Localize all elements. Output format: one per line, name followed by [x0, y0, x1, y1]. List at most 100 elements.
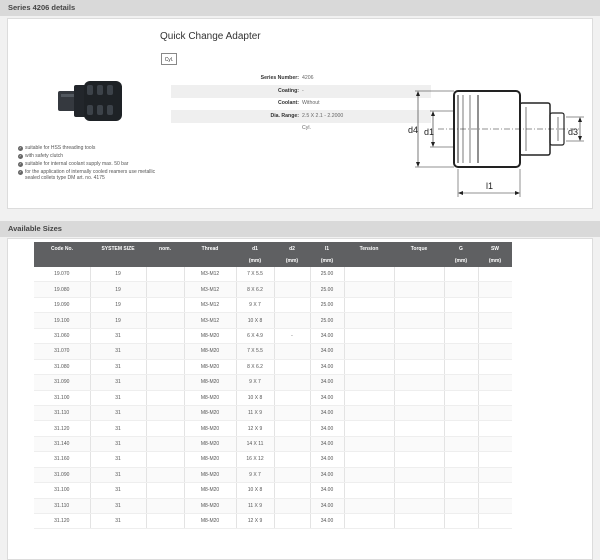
d1-cell: 10 X 8	[235, 482, 274, 499]
table-row[interactable]: 19.090 19 M3-M12 9 X 7 25.00	[34, 297, 512, 314]
col-d2[interactable]: d2	[274, 242, 310, 255]
code-no-cell: 31.070	[34, 343, 90, 360]
table-row[interactable]: 19.100 19 M3-M12 10 X 8 25.00	[34, 312, 512, 329]
col-tension[interactable]: Tension	[344, 242, 394, 255]
nom-cell	[145, 451, 184, 468]
unit-cell	[394, 255, 444, 267]
feature-list: ✓ suitable for HSS threading tools ✓ with …	[18, 145, 158, 183]
col-d1[interactable]: d1	[236, 242, 274, 255]
system-size-cell: 31	[89, 467, 146, 484]
thread-cell: M8-M20	[183, 467, 236, 484]
tension-cell	[343, 297, 394, 314]
torque-cell	[393, 436, 444, 453]
nom-cell	[145, 467, 184, 484]
feature-item: ✓ suitable for internal coolant supply ma…	[18, 161, 129, 167]
g-cell	[443, 405, 478, 422]
system-size-cell: 31	[89, 405, 146, 422]
sw-cell	[477, 451, 512, 468]
g-cell	[443, 343, 478, 360]
col-thread[interactable]: Thread	[184, 242, 236, 255]
col-l1[interactable]: l1	[310, 242, 344, 255]
col-torque[interactable]: Torque	[394, 242, 444, 255]
feature-item: ✓ for the application of internally coole…	[18, 169, 156, 181]
col-g[interactable]: G	[444, 242, 478, 255]
g-cell	[443, 498, 478, 515]
table-row[interactable]: 31.060 31 M8-M20 6 X 4.9-34.00	[34, 328, 512, 345]
sw-cell	[477, 405, 512, 422]
code-no-cell: 31.080	[34, 359, 90, 376]
d1-cell: 12 X 9	[235, 513, 274, 530]
table-row[interactable]: 31.080 31 M8-M20 8 X 6.2 34.00	[34, 359, 512, 376]
col-nom[interactable]: nom.	[146, 242, 184, 255]
table-row[interactable]: 19.080 19 M3-M12 8 X 6.2 25.00	[34, 281, 512, 298]
nom-cell	[145, 513, 184, 530]
thread-cell: M3-M12	[183, 297, 236, 314]
check-icon: ✓	[18, 153, 23, 159]
system-size-cell: 31	[89, 390, 146, 406]
table-row[interactable]: 31.090 31 M8-M20 9 X 7 34.00	[34, 374, 512, 391]
system-size-cell: 31	[89, 513, 146, 530]
col-system-size[interactable]: SYSTEM SIZE	[90, 242, 146, 255]
tension-cell	[343, 482, 394, 499]
code-no-cell: 31.060	[34, 328, 90, 345]
tension-cell	[343, 312, 394, 329]
system-size-cell: 31	[89, 359, 146, 376]
thread-cell: M3-M12	[183, 281, 236, 298]
code-no-cell: 31.090	[34, 374, 90, 391]
product-card: ✓ suitable for HSS threading tools ✓ with …	[7, 18, 593, 209]
d2-cell	[273, 436, 310, 453]
nom-cell	[145, 281, 184, 298]
table-row[interactable]: 31.120 31 M8-M20 12 X 9 34.00	[34, 420, 512, 437]
table-row[interactable]: 31.100 31 M8-M20 10 X 8 34.00	[34, 390, 512, 406]
tension-cell	[343, 405, 394, 422]
l1-cell: 34.00	[309, 343, 344, 360]
unit-cell	[344, 255, 394, 267]
table-row[interactable]: 31.100 31 M8-M20 10 X 8 34.00	[34, 482, 512, 499]
dim-label-l1: l1	[486, 181, 493, 191]
thread-cell: M8-M20	[183, 359, 236, 376]
unit-cell: (mm)	[444, 255, 478, 267]
nom-cell	[145, 482, 184, 499]
l1-cell: 34.00	[309, 405, 344, 422]
table-row[interactable]: 31.110 31 M8-M20 11 X 9 34.00	[34, 498, 512, 515]
nom-cell	[145, 343, 184, 360]
tension-cell	[343, 281, 394, 298]
torque-cell	[393, 328, 444, 345]
col-sw[interactable]: SW	[478, 242, 512, 255]
nom-cell	[145, 420, 184, 437]
l1-cell: 34.00	[309, 482, 344, 499]
d2-cell	[273, 374, 310, 391]
code-no-cell: 19.070	[34, 267, 90, 283]
code-no-cell: 31.120	[34, 513, 90, 530]
table-row[interactable]: 31.160 31 M8-M20 16 X 12 34.00	[34, 451, 512, 468]
system-size-cell: 31	[89, 482, 146, 499]
sw-cell	[477, 359, 512, 376]
nom-cell	[145, 328, 184, 345]
l1-cell: 34.00	[309, 467, 344, 484]
table-row[interactable]: 31.120 31 M8-M20 12 X 9 34.00	[34, 513, 512, 530]
table-row[interactable]: 31.110 31 M8-M20 11 X 9 34.00	[34, 405, 512, 422]
col-code-no[interactable]: Code No.	[34, 242, 90, 255]
check-icon: ✓	[18, 145, 23, 151]
thread-cell: M8-M20	[183, 498, 236, 515]
unit-cell: (mm)	[478, 255, 512, 267]
d1-cell: 7 X 5.5	[235, 267, 274, 283]
tension-cell	[343, 467, 394, 484]
table-row[interactable]: 19.070 19 M3-M12 7 X 5.5 25.00	[34, 267, 512, 283]
l1-cell: 34.00	[309, 436, 344, 453]
table-row[interactable]: 31.070 31 M8-M20 7 X 5.5 34.00	[34, 343, 512, 360]
detail-shank: Cyl.	[302, 125, 311, 131]
g-cell	[443, 267, 478, 283]
tension-cell	[343, 343, 394, 360]
thread-cell: M8-M20	[183, 451, 236, 468]
thread-cell: M8-M20	[183, 390, 236, 406]
table-row[interactable]: 31.090 31 M8-M20 9 X 7 34.00	[34, 467, 512, 484]
code-no-cell: 19.100	[34, 312, 90, 329]
code-no-cell: 31.100	[34, 482, 90, 499]
table-row[interactable]: 31.140 31 M8-M20 14 X 11 34.00	[34, 436, 512, 453]
product-title: Quick Change Adapter	[160, 31, 261, 42]
d2-cell	[273, 451, 310, 468]
code-no-cell: 31.120	[34, 420, 90, 437]
sw-cell	[477, 482, 512, 499]
tension-cell	[343, 374, 394, 391]
